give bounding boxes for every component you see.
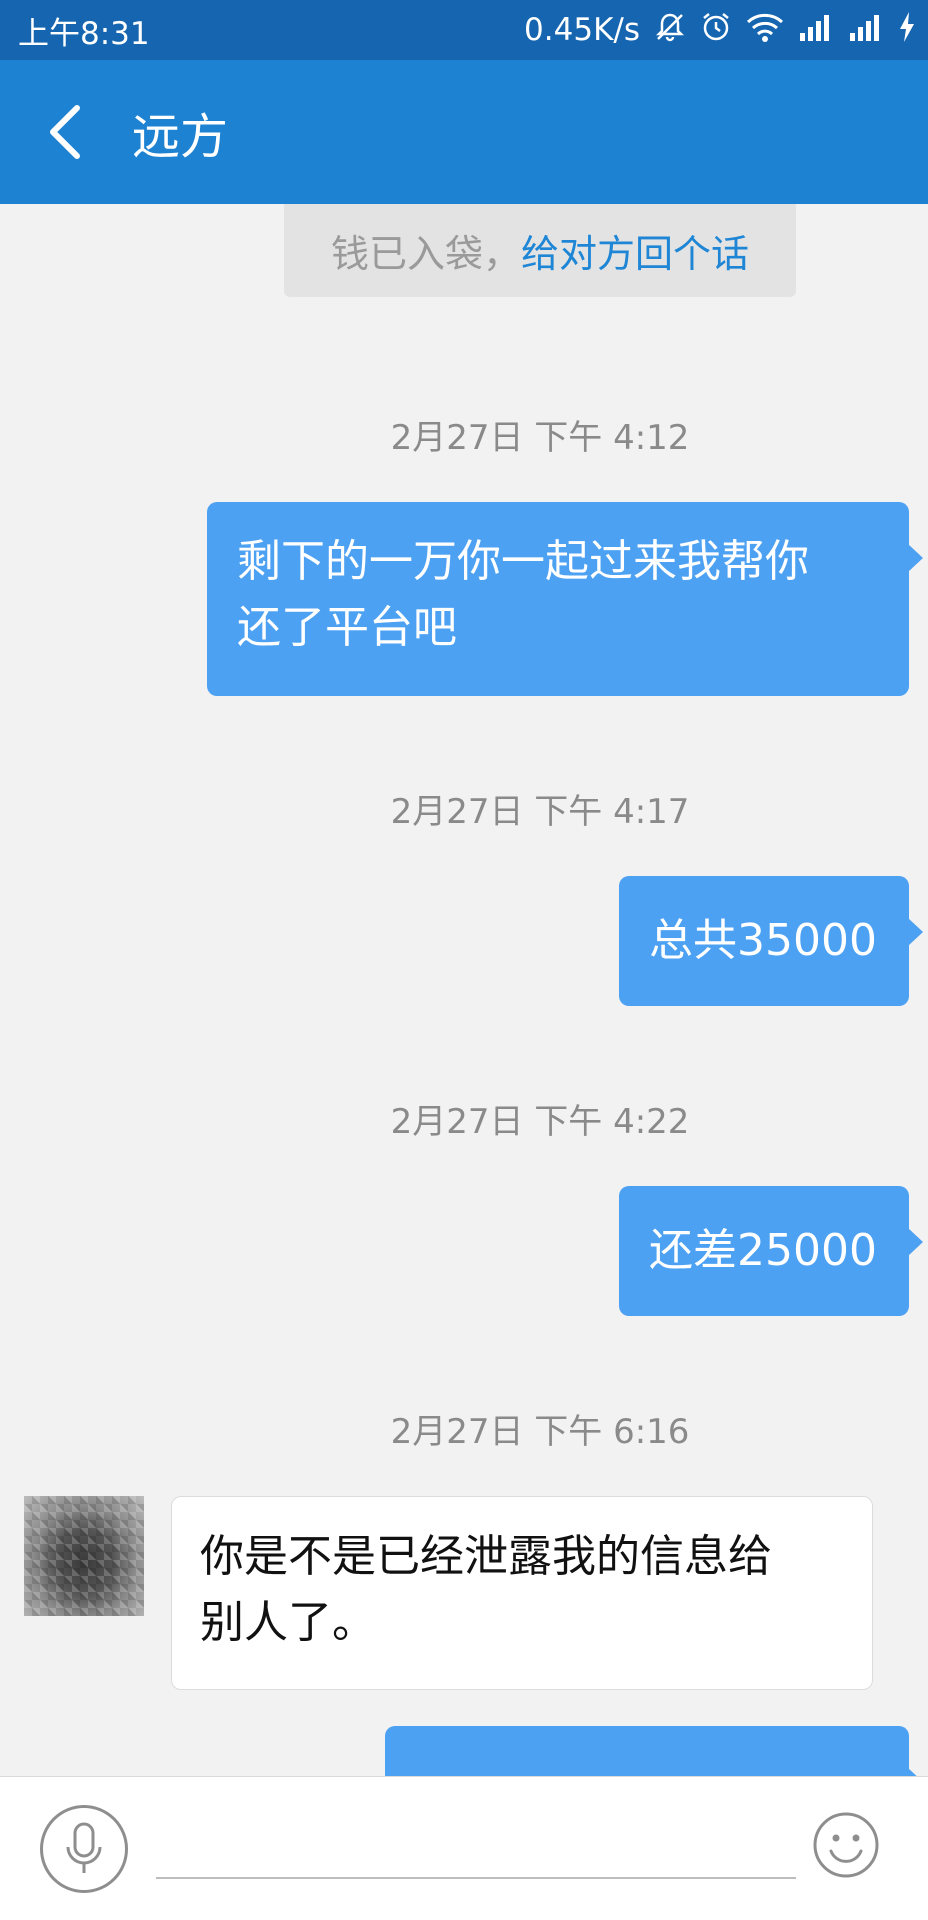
avatar-image bbox=[24, 1496, 144, 1616]
message-line: 总共35000 bbox=[649, 915, 877, 966]
message-bubble-incoming[interactable]: 你是不是已经泄露我的信息给 别人了。 bbox=[171, 1496, 873, 1690]
emoji-button[interactable] bbox=[812, 1811, 880, 1879]
message-line: 还了平台吧 bbox=[237, 602, 457, 653]
message-line: 你是不是已经泄露我的信息给 bbox=[200, 1531, 772, 1582]
signal-icon bbox=[798, 13, 834, 47]
status-bar: 上午8:31 0.45K/s bbox=[0, 0, 928, 60]
message-bubble-outgoing[interactable]: 总共35000 bbox=[619, 876, 923, 1006]
message-line: 剩下的一万你一起过来我帮你 bbox=[237, 536, 809, 587]
signal-icon bbox=[848, 13, 884, 47]
voice-button[interactable] bbox=[40, 1805, 128, 1893]
message-bubble-outgoing[interactable]: 剩下的一万你一起过来我帮你 还了平台吧 bbox=[207, 502, 923, 696]
chevron-left-icon bbox=[50, 105, 80, 159]
avatar[interactable] bbox=[24, 1496, 144, 1616]
status-icons: 0.45K/s bbox=[524, 11, 916, 49]
system-notice-text: 钱已入袋， bbox=[330, 232, 521, 276]
chat-area[interactable]: 钱已入袋， 给对方回个话 2月27日 下午 4:12 剩下的一万你一起过来我帮你… bbox=[0, 204, 928, 1776]
wifi-icon bbox=[746, 12, 784, 48]
title-bar: 远方 bbox=[0, 60, 928, 204]
alarm-icon bbox=[700, 11, 732, 49]
timestamp: 2月27日 下午 4:22 bbox=[390, 1102, 690, 1142]
back-button[interactable] bbox=[0, 60, 130, 204]
smiley-icon bbox=[813, 1812, 879, 1878]
charging-icon bbox=[898, 11, 916, 49]
timestamp: 2月27日 下午 4:17 bbox=[390, 792, 690, 832]
timestamp: 2月27日 下午 4:12 bbox=[390, 418, 690, 458]
network-speed: 0.45K/s bbox=[524, 12, 640, 48]
reply-link[interactable]: 给对方回个话 bbox=[521, 223, 749, 278]
message-line: 还差25000 bbox=[649, 1225, 877, 1276]
chat-title: 远方 bbox=[132, 109, 229, 165]
timestamp: 2月27日 下午 6:16 bbox=[390, 1412, 690, 1452]
input-bar bbox=[0, 1776, 928, 1920]
bell-off-icon bbox=[654, 11, 686, 49]
message-line: 别人了。 bbox=[200, 1597, 376, 1648]
system-notice: 钱已入袋， 给对方回个话 bbox=[284, 204, 796, 297]
message-input[interactable] bbox=[156, 1877, 796, 1879]
message-bubble-outgoing-partial[interactable] bbox=[385, 1726, 923, 1776]
status-time: 上午8:31 bbox=[18, 15, 150, 52]
microphone-icon bbox=[66, 1822, 102, 1873]
message-bubble-outgoing[interactable]: 还差25000 bbox=[619, 1186, 923, 1316]
